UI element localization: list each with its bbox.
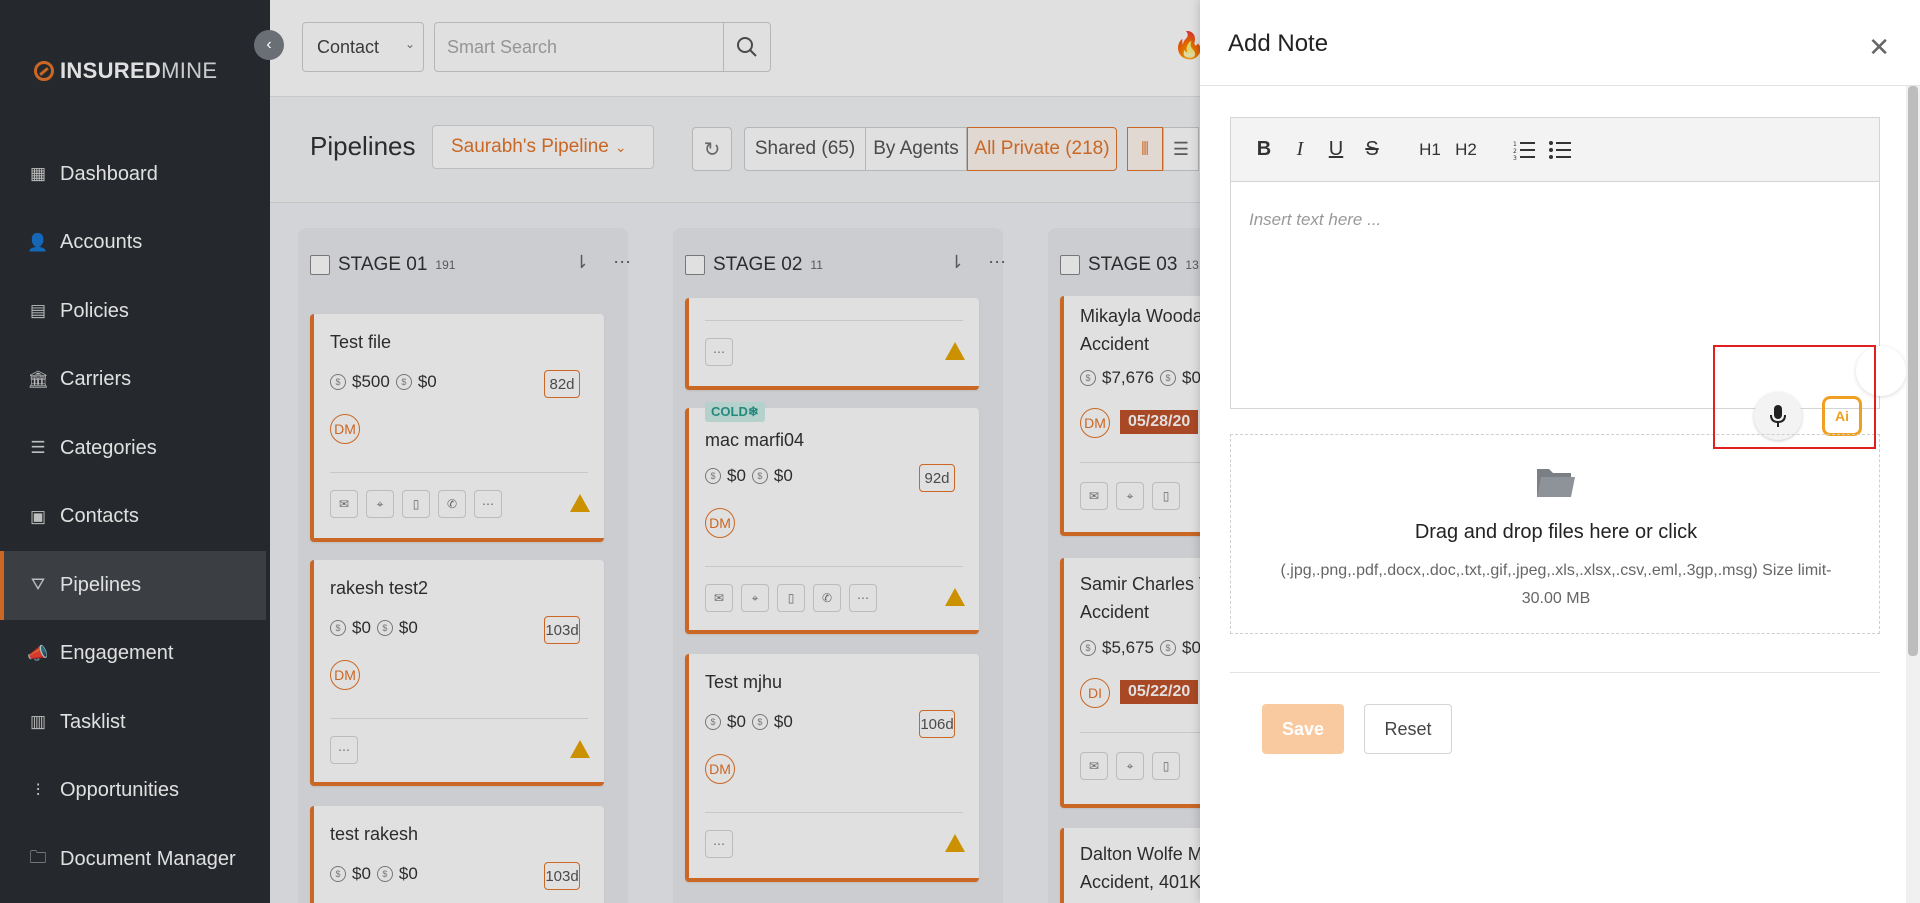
heading1-button[interactable]: H1 <box>1415 135 1445 165</box>
dropzone-title: Drag and drop files here or click <box>1414 521 1698 543</box>
svg-text:3: 3 <box>1513 155 1517 160</box>
bold-button[interactable]: B <box>1249 135 1279 165</box>
drawer-header: Add Note ✕ <box>1200 0 1920 86</box>
ordered-list-icon: 123 <box>1513 141 1535 160</box>
drawer-scrollbar[interactable] <box>1906 86 1920 903</box>
reset-button[interactable]: Reset <box>1364 704 1452 754</box>
drawer-title: Add Note <box>1228 30 1329 57</box>
collapse-sidebar-button[interactable]: ‹ <box>254 30 284 60</box>
svg-text:2: 2 <box>1513 148 1517 155</box>
bullet-list-icon <box>1549 140 1571 159</box>
ordered-list-button[interactable]: 123 <box>1509 135 1539 165</box>
svg-text:1: 1 <box>1513 141 1517 148</box>
highlight-box <box>1713 345 1876 449</box>
file-dropzone[interactable]: Drag and drop files here or click (.jpg,… <box>1230 434 1880 634</box>
close-button[interactable]: ✕ <box>1868 32 1890 63</box>
dropzone-hint: (.jpg,.png,.pdf,.docx,.doc,.txt,.gif,.jp… <box>1280 562 1832 607</box>
bullet-list-button[interactable] <box>1545 135 1575 165</box>
add-note-drawer: Add Note ✕ B I U S H1 H2 123 Insert text… <box>1200 0 1920 903</box>
folder-icon <box>1537 469 1575 497</box>
close-icon: ✕ <box>1868 32 1890 62</box>
strikethrough-button[interactable]: S <box>1357 135 1387 165</box>
italic-button[interactable]: I <box>1285 135 1315 165</box>
chevron-left-icon: ‹ <box>266 36 272 53</box>
save-button[interactable]: Save <box>1262 704 1344 754</box>
editor-toolbar: B I U S H1 H2 123 <box>1231 118 1879 182</box>
scrollbar-thumb[interactable] <box>1908 86 1918 656</box>
heading2-button[interactable]: H2 <box>1451 135 1481 165</box>
footer-divider <box>1230 672 1880 673</box>
underline-button[interactable]: U <box>1321 135 1351 165</box>
